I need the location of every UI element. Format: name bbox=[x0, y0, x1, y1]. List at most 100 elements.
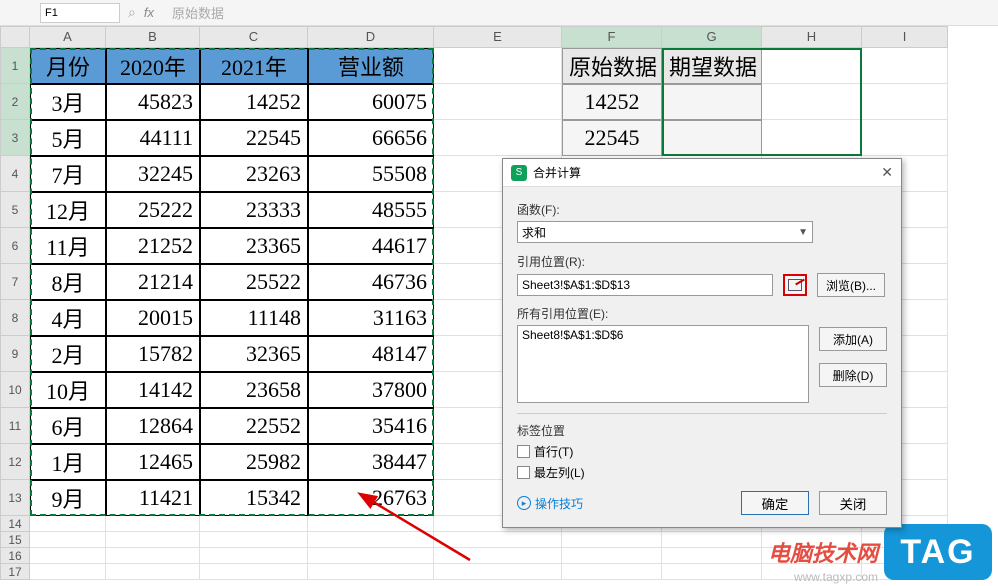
cell-B13[interactable]: 11421 bbox=[106, 480, 200, 516]
select-all-corner[interactable] bbox=[0, 26, 30, 48]
cell-B1[interactable]: 2020年 bbox=[106, 48, 200, 84]
row-header[interactable]: 5 bbox=[0, 192, 30, 228]
cell-I3[interactable] bbox=[862, 120, 948, 156]
cell-G1[interactable]: 期望数据 bbox=[662, 48, 762, 84]
col-header-a[interactable]: A bbox=[30, 26, 106, 48]
cell-G17[interactable] bbox=[662, 564, 762, 580]
cell-I1[interactable] bbox=[862, 48, 948, 84]
cell-D2[interactable]: 60075 bbox=[308, 84, 434, 120]
cell-I2[interactable] bbox=[862, 84, 948, 120]
cell-A6[interactable]: 11月 bbox=[30, 228, 106, 264]
close-icon[interactable]: ✕ bbox=[881, 164, 893, 181]
cell-A16[interactable] bbox=[30, 548, 106, 564]
range-picker-button[interactable] bbox=[783, 274, 807, 296]
formula-bar-text[interactable]: 原始数据 bbox=[172, 3, 224, 22]
cell-D12[interactable]: 38447 bbox=[308, 444, 434, 480]
cell-A2[interactable]: 3月 bbox=[30, 84, 106, 120]
cell-E16[interactable] bbox=[434, 548, 562, 564]
cell-C14[interactable] bbox=[200, 516, 308, 532]
cell-B7[interactable]: 21214 bbox=[106, 264, 200, 300]
reference-input[interactable]: Sheet3!$A$1:$D$13 bbox=[517, 274, 773, 296]
cell-B2[interactable]: 45823 bbox=[106, 84, 200, 120]
cell-D5[interactable]: 48555 bbox=[308, 192, 434, 228]
cell-A8[interactable]: 4月 bbox=[30, 300, 106, 336]
close-button[interactable]: 关闭 bbox=[819, 491, 887, 515]
cell-B6[interactable]: 21252 bbox=[106, 228, 200, 264]
cell-C16[interactable] bbox=[200, 548, 308, 564]
cell-A7[interactable]: 8月 bbox=[30, 264, 106, 300]
cell-C2[interactable]: 14252 bbox=[200, 84, 308, 120]
add-button[interactable]: 添加(A) bbox=[819, 327, 887, 351]
function-select[interactable]: 求和 ▼ bbox=[517, 221, 813, 243]
cell-E1[interactable] bbox=[434, 48, 562, 84]
cell-C15[interactable] bbox=[200, 532, 308, 548]
cell-A1[interactable]: 月份 bbox=[30, 48, 106, 84]
cell-B16[interactable] bbox=[106, 548, 200, 564]
col-header-d[interactable]: D bbox=[308, 26, 434, 48]
cell-C5[interactable]: 23333 bbox=[200, 192, 308, 228]
cell-C1[interactable]: 2021年 bbox=[200, 48, 308, 84]
cell-B11[interactable]: 12864 bbox=[106, 408, 200, 444]
col-header-h[interactable]: H bbox=[762, 26, 862, 48]
row-header[interactable]: 1 bbox=[0, 48, 30, 84]
cell-B10[interactable]: 14142 bbox=[106, 372, 200, 408]
list-item[interactable]: Sheet8!$A$1:$D$6 bbox=[522, 328, 804, 342]
all-references-listbox[interactable]: Sheet8!$A$1:$D$6 bbox=[517, 325, 809, 403]
row-header[interactable]: 9 bbox=[0, 336, 30, 372]
cell-F15[interactable] bbox=[562, 532, 662, 548]
cell-C17[interactable] bbox=[200, 564, 308, 580]
cell-B4[interactable]: 32245 bbox=[106, 156, 200, 192]
ok-button[interactable]: 确定 bbox=[741, 491, 809, 515]
cell-A17[interactable] bbox=[30, 564, 106, 580]
cell-D6[interactable]: 44617 bbox=[308, 228, 434, 264]
cell-E15[interactable] bbox=[434, 532, 562, 548]
cell-A4[interactable]: 7月 bbox=[30, 156, 106, 192]
cell-A12[interactable]: 1月 bbox=[30, 444, 106, 480]
cell-B8[interactable]: 20015 bbox=[106, 300, 200, 336]
cell-E2[interactable] bbox=[434, 84, 562, 120]
cell-H1[interactable] bbox=[762, 48, 862, 84]
row-header[interactable]: 16 bbox=[0, 548, 30, 564]
cell-B12[interactable]: 12465 bbox=[106, 444, 200, 480]
cell-G15[interactable] bbox=[662, 532, 762, 548]
cell-A3[interactable]: 5月 bbox=[30, 120, 106, 156]
cell-D10[interactable]: 37800 bbox=[308, 372, 434, 408]
cell-F16[interactable] bbox=[562, 548, 662, 564]
dialog-titlebar[interactable]: S 合并计算 ✕ bbox=[503, 159, 901, 187]
cell-B3[interactable]: 44111 bbox=[106, 120, 200, 156]
row-header[interactable]: 15 bbox=[0, 532, 30, 548]
cell-D16[interactable] bbox=[308, 548, 434, 564]
row-header[interactable]: 6 bbox=[0, 228, 30, 264]
cell-C11[interactable]: 22552 bbox=[200, 408, 308, 444]
cell-A15[interactable] bbox=[30, 532, 106, 548]
col-header-i[interactable]: I bbox=[862, 26, 948, 48]
cell-C7[interactable]: 25522 bbox=[200, 264, 308, 300]
checkbox-icon[interactable] bbox=[517, 466, 530, 479]
row-header[interactable]: 17 bbox=[0, 564, 30, 580]
cell-D4[interactable]: 55508 bbox=[308, 156, 434, 192]
fx-icon[interactable]: fx bbox=[144, 5, 154, 20]
row-header[interactable]: 12 bbox=[0, 444, 30, 480]
cell-F2[interactable]: 14252 bbox=[562, 84, 662, 120]
row-header[interactable]: 14 bbox=[0, 516, 30, 532]
top-row-checkbox-row[interactable]: 首行(T) bbox=[517, 443, 887, 460]
cell-C9[interactable]: 32365 bbox=[200, 336, 308, 372]
cell-G2[interactable] bbox=[662, 84, 762, 120]
cell-C4[interactable]: 23263 bbox=[200, 156, 308, 192]
cell-B15[interactable] bbox=[106, 532, 200, 548]
cell-C6[interactable]: 23365 bbox=[200, 228, 308, 264]
cell-E17[interactable] bbox=[434, 564, 562, 580]
col-header-c[interactable]: C bbox=[200, 26, 308, 48]
row-header[interactable]: 3 bbox=[0, 120, 30, 156]
cell-E3[interactable] bbox=[434, 120, 562, 156]
cell-D13[interactable]: 26763 bbox=[308, 480, 434, 516]
left-col-checkbox-row[interactable]: 最左列(L) bbox=[517, 464, 887, 481]
col-header-g[interactable]: G bbox=[662, 26, 762, 48]
cell-A14[interactable] bbox=[30, 516, 106, 532]
cell-D7[interactable]: 46736 bbox=[308, 264, 434, 300]
cell-C10[interactable]: 23658 bbox=[200, 372, 308, 408]
cell-F17[interactable] bbox=[562, 564, 662, 580]
cell-B17[interactable] bbox=[106, 564, 200, 580]
cell-C3[interactable]: 22545 bbox=[200, 120, 308, 156]
browse-button[interactable]: 浏览(B)... bbox=[817, 273, 885, 297]
